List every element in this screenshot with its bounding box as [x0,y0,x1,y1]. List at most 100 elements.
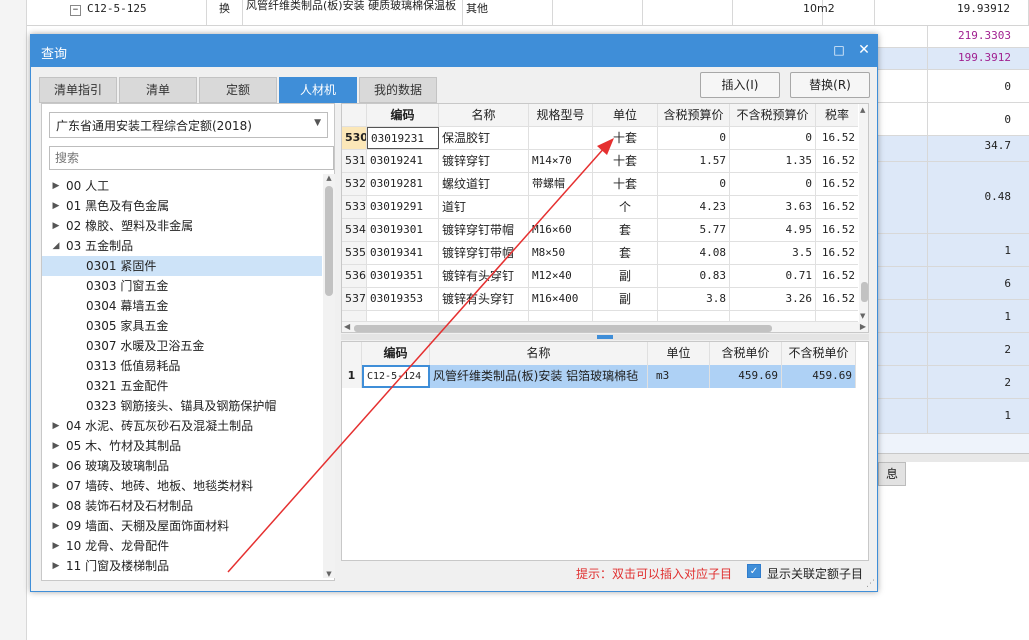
tree-item[interactable]: ▶ 05 木、竹材及其制品 [42,436,322,456]
tree-item[interactable]: ▶ 06 玻璃及玻璃制品 [42,456,322,476]
table-row[interactable]: 1 [878,300,1029,333]
tree-item[interactable]: ▶ 08 装饰石材及石材制品 [42,496,322,516]
header-price-notax[interactable]: 不含税预算价 [730,104,816,126]
code-cell[interactable]: 03019241 [367,150,439,172]
table-row[interactable]: 535 03019341 镀锌穿钉带帽 M8×50 套 4.08 3.5 16.52 [342,242,858,265]
header-price-notax[interactable]: 不含税单价 [782,342,856,365]
table-row[interactable]: 534 03019301 镀锌穿钉带帽 M16×60 套 5.77 4.95 16.52 [342,219,858,242]
table-vertical-scrollbar[interactable]: ▲ ▼ [859,104,868,322]
tree-item[interactable]: 0301 紧固件 [42,256,322,276]
tree-item[interactable]: 0304 幕墙五金 [42,296,322,316]
quota-library-select[interactable]: 广东省通用安装工程综合定额(2018) ▼ [49,112,328,138]
collapsed-icon[interactable]: ▶ [50,476,62,496]
code-cell[interactable]: 03019341 [367,242,439,264]
tab-labor-material-machine[interactable]: 人材机 [279,77,357,103]
table-row[interactable]: 2 [878,366,1029,399]
table-row[interactable]: 1 [878,234,1029,267]
table-row[interactable]: 0 [878,103,1029,136]
scroll-up-icon[interactable]: ▲ [323,174,335,182]
table-row[interactable]: 530 03019231 保温胶钉 十套 0 0 16.52 [342,127,858,150]
code-cell[interactable]: 03019291 [367,196,439,218]
tree-item[interactable]: ▶ 00 人工 [42,176,322,196]
tree-item[interactable]: ▶ 09 墙面、天棚及屋面饰面材料 [42,516,322,536]
header-price-tax[interactable]: 含税预算价 [658,104,730,126]
header-code[interactable]: 编码 [367,104,439,126]
header-name[interactable]: 名称 [430,342,648,365]
table-row[interactable]: 1 [878,399,1029,434]
code-cell[interactable]: 03019231 [367,127,439,149]
table-row[interactable]: 199.3912 [878,48,1029,70]
collapsed-icon[interactable]: ▶ [50,556,62,576]
collapsed-icon[interactable]: ▶ [50,536,62,556]
tree-item[interactable]: ◢ 03 五金制品 [42,236,322,256]
scroll-thumb[interactable] [861,282,868,302]
tree-item[interactable]: 0307 水暖及卫浴五金 [42,336,322,356]
maximize-icon[interactable]: □ [830,41,848,59]
table-row[interactable]: − C12-5-125 换 风管纤维类制品(板)安装 硬质玻璃棉保温板 其他 10… [27,0,1029,26]
table-horizontal-scrollbar[interactable]: ◀ ▶ [342,322,868,332]
table-row[interactable]: 2 [878,333,1029,366]
tree-item[interactable]: 0305 家具五金 [42,316,322,336]
header-tax-rate[interactable]: 税率 [816,104,858,126]
table-row[interactable]: 0 [878,70,1029,103]
tab-my-data[interactable]: 我的数据 [359,77,437,103]
tab-quota[interactable]: 定额 [199,77,277,103]
tree-item[interactable]: ▶ 11 门窗及楼梯制品 [42,556,322,576]
show-linked-checkbox[interactable]: ✓ [747,564,761,578]
tree-item[interactable]: ▶ 01 黑色及有色金属 [42,196,322,216]
code-cell[interactable]: 03019301 [367,219,439,241]
tree-item[interactable]: ▶ 04 水泥、砖瓦灰砂石及混凝土制品 [42,416,322,436]
expanded-icon[interactable]: ◢ [50,236,62,256]
tree-item[interactable]: ▶ 10 龙骨、龙骨配件 [42,536,322,556]
resize-grip-icon[interactable]: ⋰ [866,579,875,589]
code-cell[interactable]: 03019351 [367,265,439,287]
collapse-icon[interactable]: − [70,5,81,16]
insert-button[interactable]: 插入(I) [700,72,780,98]
header-spec[interactable]: 规格型号 [529,104,593,126]
table-row[interactable]: 536 03019351 镀锌有头穿钉 M12×40 副 0.83 0.71 16.52 [342,265,858,288]
tree-item[interactable]: 0321 五金配件 [42,376,322,396]
code-cell[interactable]: 03019281 [367,173,439,195]
replace-button[interactable]: 替换(R) [790,72,870,98]
scroll-down-icon[interactable]: ▼ [860,312,865,320]
bottom-tab[interactable]: 息 [878,462,906,486]
table-row[interactable]: 219.3303 [878,26,1029,48]
tree-item[interactable]: 0313 低值易耗品 [42,356,322,376]
search-input[interactable] [49,146,334,170]
collapsed-icon[interactable]: ▶ [50,436,62,456]
collapsed-icon[interactable]: ▶ [50,196,62,216]
code-cell[interactable]: C12-5-124 [362,365,430,388]
header-code[interactable]: 编码 [362,342,430,365]
collapsed-icon[interactable]: ▶ [50,456,62,476]
tree-item[interactable]: 0323 钢筋接头、锚具及钢筋保护帽 [42,396,322,416]
tree-item[interactable]: 0303 门窗五金 [42,276,322,296]
code-cell[interactable]: 03019353 [367,288,439,310]
header-unit[interactable]: 单位 [593,104,658,126]
collapsed-icon[interactable]: ▶ [50,416,62,436]
scroll-down-icon[interactable]: ▼ [323,570,335,578]
table-row[interactable]: 537 03019353 镀锌有头穿钉 M16×400 副 3.8 3.26 16.52 [342,288,858,311]
collapsed-icon[interactable]: ▶ [50,216,62,236]
header-name[interactable]: 名称 [439,104,529,126]
table-row[interactable]: 531 03019241 镀锌穿钉 M14×70 十套 1.57 1.35 16.52 [342,150,858,173]
horizontal-scrollbar[interactable] [878,454,1029,462]
scroll-left-icon[interactable]: ◀ [344,322,350,331]
tree-item[interactable]: ▶ 02 橡胶、塑料及非金属 [42,216,322,236]
tree-scrollbar[interactable]: ▲ ▼ [323,174,335,578]
panel-splitter[interactable] [341,334,869,340]
table-row[interactable]: 533 03019291 道钉 个 4.23 3.63 16.52 [342,196,858,219]
show-linked-label[interactable]: 显示关联定额子目 [767,565,863,582]
scroll-thumb[interactable] [325,186,333,296]
tree-item[interactable]: ▶ 07 墙砖、地砖、地板、地毯类材料 [42,476,322,496]
collapsed-icon[interactable]: ▶ [50,516,62,536]
collapsed-icon[interactable]: ▶ [50,176,62,196]
tab-bill-guide[interactable]: 清单指引 [39,77,117,103]
table-row[interactable]: 6 [878,267,1029,300]
table-row[interactable]: 0.48 [878,162,1029,234]
table-row[interactable]: 1 C12-5-124 风管纤维类制品(板)安装 铝箔玻璃棉毡 m3 459.6… [342,365,856,388]
scroll-right-icon[interactable]: ▶ [860,322,866,331]
close-icon[interactable]: ✕ [855,41,873,59]
dialog-titlebar[interactable]: 查询 □ ✕ [31,35,877,67]
header-unit[interactable]: 单位 [648,342,710,365]
splitter-handle[interactable] [597,335,613,339]
